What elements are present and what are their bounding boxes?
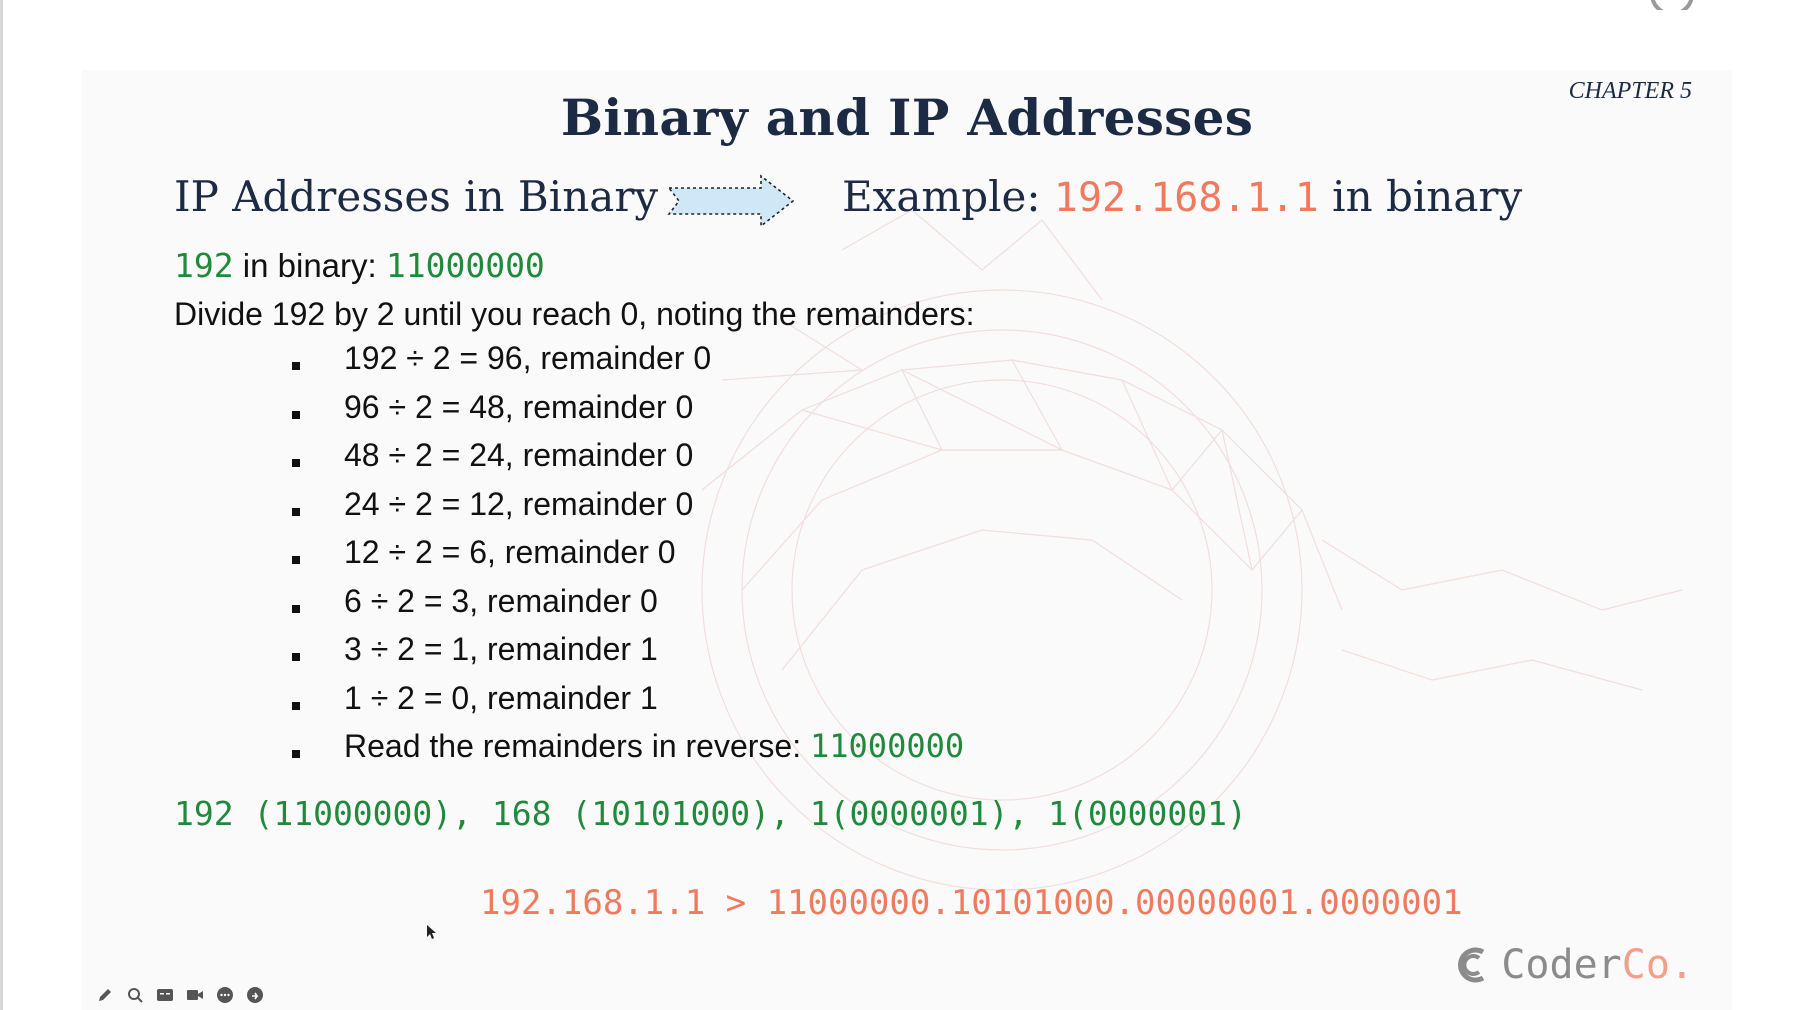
bullet-icon — [292, 507, 300, 516]
example-suffix: in binary — [1318, 172, 1523, 221]
octet-summary-line: 192 (11000000), 168 (10101000), 1(000000… — [174, 794, 1247, 833]
step-text: 3 ÷ 2 = 1, remainder 1 — [344, 631, 658, 667]
step-text: 6 ÷ 2 = 3, remainder 0 — [344, 582, 658, 619]
bullet-icon — [292, 701, 300, 710]
bullet-icon — [292, 604, 300, 613]
division-steps-list: 192 ÷ 2 = 96, remainder 0 96 ÷ 2 = 48, r… — [292, 338, 964, 775]
binary-value: 11000000 — [385, 246, 545, 285]
bullet-icon — [292, 556, 300, 564]
step-text: 24 ÷ 2 = 12, remainder 0 — [344, 485, 694, 522]
step-text: 48 ÷ 2 = 24, remainder 0 — [344, 437, 694, 473]
pencil-icon[interactable] — [96, 986, 114, 1004]
number-192: 192 — [174, 246, 234, 285]
reverse-step-text: Read the remainders in reverse: — [344, 728, 810, 764]
step-text: 192 ÷ 2 = 96, remainder 0 — [344, 340, 712, 376]
step-text: 1 ÷ 2 = 0, remainder 1 — [344, 679, 658, 716]
logo-mark-icon — [1458, 947, 1485, 983]
binary-result-line: 192.168.1.1 > 11000000.10101000.00000001… — [480, 883, 1463, 923]
list-item: 48 ÷ 2 = 24, remainder 0 — [292, 435, 964, 484]
bullet-icon — [292, 410, 300, 419]
list-item: 192 ÷ 2 = 96, remainder 0 — [292, 338, 964, 387]
bullet-icon — [292, 459, 300, 467]
bullet-icon — [292, 653, 300, 661]
share-icon[interactable] — [246, 986, 264, 1004]
search-icon[interactable] — [126, 986, 144, 1004]
in-binary-label: in binary: — [233, 247, 386, 284]
right-arrow-icon — [667, 174, 795, 228]
instruction-text: Divide 192 by 2 until you reach 0, notin… — [174, 296, 975, 332]
reverse-step-value: 11000000 — [810, 727, 965, 765]
subheading-example: Example: 192.168.1.1 in binary — [842, 172, 1522, 221]
cutoff-circle-icon — [1650, 0, 1694, 10]
list-item: 24 ÷ 2 = 12, remainder 0 — [292, 484, 964, 533]
list-item: 6 ÷ 2 = 3, remainder 0 — [292, 581, 964, 630]
slide-title: Binary and IP Addresses — [560, 88, 1254, 147]
example-ip: 192.168.1.1 — [1053, 175, 1319, 221]
list-item: Read the remainders in reverse: 11000000 — [292, 726, 964, 775]
top-cutoff-strip — [0, 0, 1798, 10]
list-item: 12 ÷ 2 = 6, remainder 0 — [292, 532, 964, 581]
logo-text-accent: Co. — [1621, 942, 1694, 988]
chat-icon[interactable] — [216, 986, 234, 1004]
mouse-cursor-icon — [427, 925, 436, 939]
codercoo-logo: Coder Co. — [1453, 942, 1694, 988]
presentation-slide: CHAPTER 5 Binary and IP Addresses IP Add… — [82, 70, 1732, 1010]
bullet-icon — [292, 750, 300, 758]
subheading-ip-in-binary: IP Addresses in Binary — [174, 172, 659, 221]
list-item: 96 ÷ 2 = 48, remainder 0 — [292, 387, 964, 436]
binary-of-192-line: 192 in binary: 11000000 — [174, 246, 545, 285]
example-prefix: Example: — [842, 172, 1054, 221]
bullet-icon — [292, 362, 300, 370]
logo-text-main: Coder — [1501, 942, 1622, 988]
list-item: 3 ÷ 2 = 1, remainder 1 — [292, 629, 964, 678]
presentation-toolbar — [96, 986, 264, 1004]
left-edge-divider — [0, 0, 3, 1010]
captions-icon[interactable] — [156, 986, 174, 1004]
step-text: 12 ÷ 2 = 6, remainder 0 — [344, 534, 676, 570]
list-item: 1 ÷ 2 = 0, remainder 1 — [292, 678, 964, 727]
camera-icon[interactable] — [186, 986, 204, 1004]
step-text: 96 ÷ 2 = 48, remainder 0 — [344, 388, 694, 425]
